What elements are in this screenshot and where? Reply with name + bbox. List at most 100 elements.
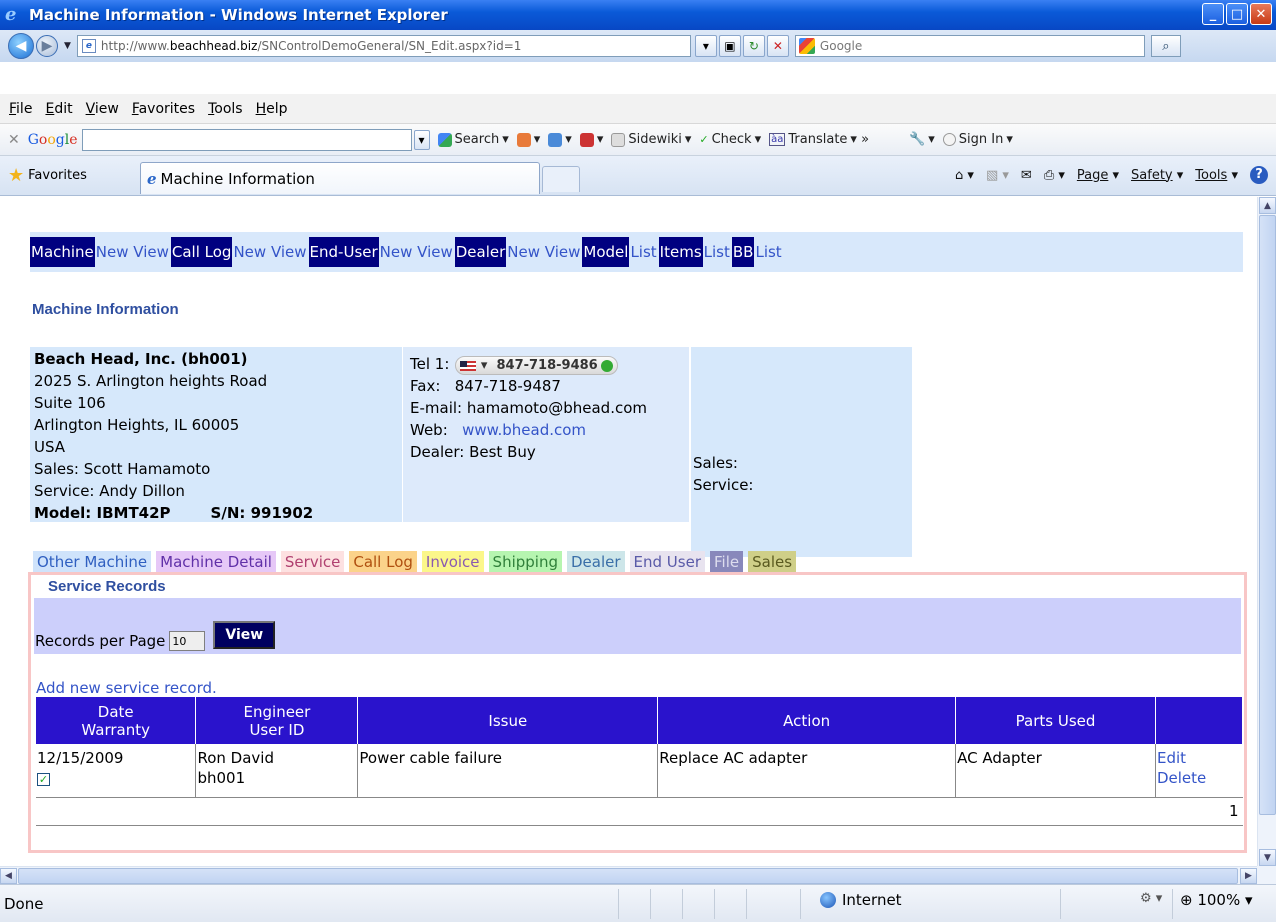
- tab-sales[interactable]: Sales: [748, 551, 797, 573]
- security-zone[interactable]: Internet: [820, 891, 902, 909]
- fax-number: 847-718-9487: [454, 377, 561, 395]
- view-button[interactable]: View: [213, 621, 276, 649]
- sign-in-button[interactable]: Sign In ▾: [942, 132, 1013, 147]
- edit-link[interactable]: Edit: [1157, 749, 1186, 767]
- print-icon[interactable]: ⎙ ▾: [1044, 168, 1065, 183]
- close-toolbar-icon[interactable]: ✕: [8, 132, 20, 148]
- phone-call-widget[interactable]: ▾ 847-718-9486: [455, 356, 618, 375]
- scroll-left-arrow-icon[interactable]: ◀: [0, 868, 17, 884]
- nav-section-6[interactable]: Dealer: [454, 237, 507, 267]
- forward-button[interactable]: ▶: [36, 35, 58, 57]
- sidewiki-button[interactable]: Sidewiki ▾: [611, 132, 691, 147]
- minimize-button[interactable]: _: [1202, 3, 1224, 25]
- feeds-icon[interactable]: ▧ ▾: [986, 168, 1009, 183]
- nav-section-0[interactable]: Machine: [30, 237, 95, 267]
- menu-view[interactable]: View: [86, 101, 119, 117]
- nav-link-5[interactable]: New View: [379, 243, 455, 261]
- nav-link-7[interactable]: New View: [506, 243, 582, 261]
- tab-service[interactable]: Service: [280, 551, 345, 573]
- google-dropdown-button[interactable]: ▾: [413, 129, 430, 150]
- menu-edit[interactable]: Edit: [45, 101, 72, 117]
- col-issue[interactable]: Issue: [357, 697, 659, 744]
- website-link[interactable]: www.bhead.com: [462, 421, 586, 439]
- tab-file[interactable]: File: [710, 551, 744, 573]
- popup-blocker-button[interactable]: ▾: [579, 132, 603, 147]
- address-input[interactable]: e http://www. beachhead.biz/SNControlDemo…: [76, 35, 691, 57]
- us-flag-icon: [460, 360, 477, 371]
- page-menu[interactable]: Page ▾: [1077, 168, 1119, 183]
- tab-shipping[interactable]: Shipping: [488, 551, 562, 573]
- scroll-right-arrow-icon[interactable]: ▶: [1240, 868, 1257, 884]
- translate-button[interactable]: àa Translate ▾ »: [769, 132, 869, 147]
- favorites-button[interactable]: Favorites: [28, 168, 87, 183]
- tab-dealer[interactable]: Dealer: [566, 551, 625, 573]
- address-dropdown-button[interactable]: ▾: [694, 35, 717, 57]
- warranty-checkbox[interactable]: ✓: [37, 773, 50, 786]
- pager-page-1[interactable]: 1: [36, 797, 1243, 826]
- spell-check-button[interactable]: ✓ Check ▾: [699, 132, 761, 147]
- search-button[interactable]: ⌕: [1150, 35, 1181, 57]
- nav-section-4[interactable]: End-User: [308, 237, 379, 267]
- wrench-button[interactable]: 🔧 ▾: [909, 132, 935, 147]
- mail-icon[interactable]: ✉: [1021, 168, 1032, 183]
- help-icon[interactable]: ?: [1250, 166, 1268, 184]
- serial-number: S/N: 991902: [210, 504, 314, 522]
- records-per-page-input[interactable]: 10: [169, 631, 206, 651]
- nav-section-12[interactable]: BB: [731, 237, 755, 267]
- tools-menu[interactable]: Tools ▾: [1195, 168, 1238, 183]
- menu-file[interactable]: File: [9, 101, 32, 117]
- close-button[interactable]: ✕: [1250, 3, 1272, 25]
- maximize-button[interactable]: □: [1226, 3, 1248, 25]
- nav-link-13[interactable]: List: [754, 243, 783, 261]
- menu-favorites[interactable]: Favorites: [132, 101, 195, 117]
- horizontal-scrollbar[interactable]: ◀ ▶: [0, 866, 1257, 884]
- col-date-warranty[interactable]: Date Warranty: [36, 697, 197, 744]
- add-service-record-link[interactable]: Add new service record.: [36, 679, 217, 697]
- horizontal-scroll-thumb[interactable]: [18, 868, 1238, 884]
- tab-other-machine[interactable]: Other Machine: [33, 551, 152, 573]
- nav-section-8[interactable]: Model: [582, 237, 630, 267]
- compatibility-view-icon[interactable]: ▣: [718, 35, 741, 57]
- scroll-down-arrow-icon[interactable]: ▼: [1259, 849, 1276, 866]
- tab-invoice[interactable]: Invoice: [421, 551, 484, 573]
- nav-section-2[interactable]: Call Log: [170, 237, 233, 267]
- col-parts-used[interactable]: Parts Used: [955, 697, 1156, 744]
- new-tab-button[interactable]: [542, 166, 580, 192]
- delete-link[interactable]: Delete: [1157, 769, 1206, 787]
- stop-icon[interactable]: ✕: [766, 35, 789, 57]
- menu-bar: File Edit View Favorites Tools Help: [0, 94, 1276, 124]
- home-icon[interactable]: ⌂ ▾: [955, 168, 974, 183]
- nav-link-11[interactable]: List: [703, 243, 732, 261]
- search-input[interactable]: Google: [794, 35, 1145, 57]
- col-action[interactable]: Action: [657, 697, 957, 744]
- safety-menu[interactable]: Safety ▾: [1131, 168, 1183, 183]
- pager-row: 1: [36, 797, 1243, 826]
- bookmark-button[interactable]: ▾: [516, 132, 540, 147]
- scroll-up-arrow-icon[interactable]: ▲: [1259, 197, 1276, 214]
- refresh-icon[interactable]: ↻: [742, 35, 765, 57]
- recent-pages-dropdown[interactable]: ▼: [64, 41, 71, 51]
- record-tabs: Other Machine Machine Detail Service Call L…: [33, 551, 801, 573]
- menu-help[interactable]: Help: [256, 101, 288, 117]
- plus-button[interactable]: ▾: [548, 132, 572, 147]
- tab-call-log[interactable]: Call Log: [349, 551, 417, 573]
- sales-person: Sales: Scott Hamamoto: [34, 460, 211, 478]
- back-button[interactable]: ◀: [8, 33, 34, 59]
- tab-machine-detail[interactable]: Machine Detail: [156, 551, 276, 573]
- menu-tools[interactable]: Tools: [208, 101, 243, 117]
- vertical-scrollbar[interactable]: ▲ ▼: [1257, 197, 1276, 866]
- nav-link-9[interactable]: List: [629, 243, 658, 261]
- vertical-scroll-thumb[interactable]: [1259, 215, 1276, 815]
- zoom-level[interactable]: ⊕ 100% ▾: [1180, 891, 1253, 909]
- nav-link-3[interactable]: New View: [232, 243, 308, 261]
- google-search-button[interactable]: Search ▾: [437, 132, 509, 147]
- google-toolbar-input[interactable]: [81, 128, 412, 151]
- browser-tab[interactable]: e Machine Information: [140, 162, 540, 194]
- col-engineer[interactable]: Engineer User ID: [195, 697, 359, 744]
- tab-end-user[interactable]: End User: [629, 551, 705, 573]
- favorites-star-icon[interactable]: ★: [8, 165, 24, 186]
- nav-link-1[interactable]: New View: [95, 243, 171, 261]
- protected-mode-icon[interactable]: ⚙ ▾: [1140, 891, 1162, 906]
- service-records-panel: Service Records Records per Page 10 View…: [28, 572, 1247, 853]
- nav-section-10[interactable]: Items: [658, 237, 703, 267]
